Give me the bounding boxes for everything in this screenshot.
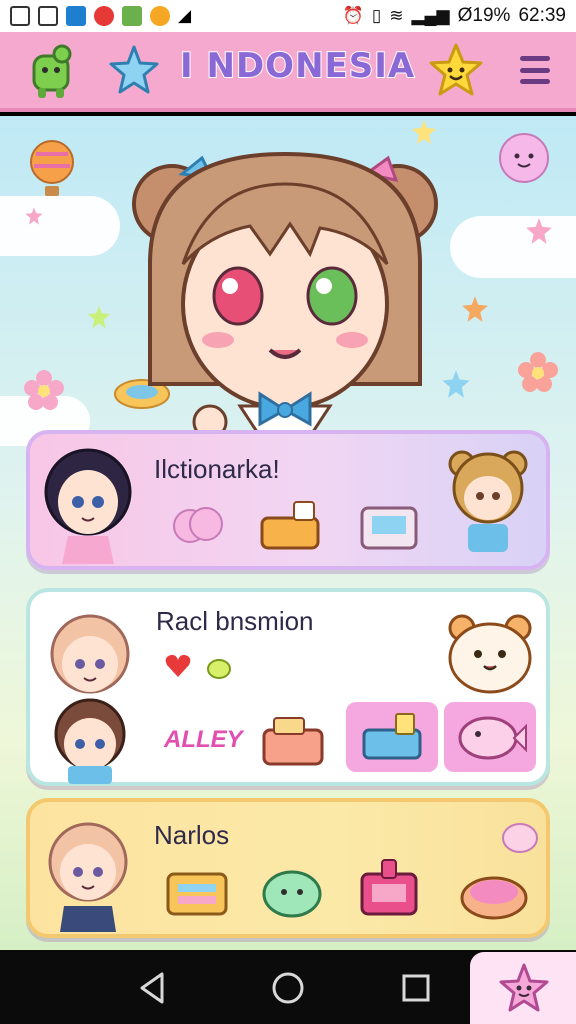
small-star-icon [87, 305, 111, 329]
card-1-title: Ilctionarka! [154, 454, 280, 484]
cloud-decoration [0, 196, 120, 256]
floating-sticker-button[interactable] [470, 952, 576, 1024]
flower-icon [24, 370, 64, 410]
lime-sticker-icon [207, 659, 231, 679]
cloud-creature-icon [499, 133, 549, 183]
small-star-icon [25, 207, 43, 225]
main-content: Ilctionarka! Racl bnsmion ALLEY Narlos [0, 116, 576, 950]
tile-fish-pet[interactable] [444, 702, 536, 772]
feature-card-3[interactable]: Narlos [26, 798, 550, 938]
box-sticker-icon[interactable] [258, 498, 322, 554]
recents-icon[interactable] [396, 968, 436, 1008]
small-star-icon [462, 296, 488, 322]
app-header: I NDONESIA [0, 32, 576, 112]
pigtail-girl-avatar [48, 822, 128, 932]
cloud-decoration [450, 216, 576, 278]
gallery-notification-icon [10, 6, 30, 26]
heart-icon [165, 654, 191, 677]
green-blob-sticker-icon[interactable] [260, 864, 324, 920]
wifi-icon: ≋ [389, 6, 404, 25]
card-3-title: Narlos [154, 820, 230, 850]
dark-haired-girl-avatar [44, 448, 132, 564]
hero-character-illustration [132, 151, 438, 444]
frog-mascot-icon[interactable] [26, 42, 76, 100]
alley-sticker-text: ALLEY [164, 726, 243, 753]
status-bar: ◢ ⏰ ▯ ≋ ▂▄▆ Ø19% 62:39 [0, 0, 576, 32]
notification-icons: ◢ [10, 6, 191, 26]
blonde-girl-avatar [50, 614, 130, 694]
brunette-girl-avatar [54, 698, 126, 784]
hot-air-balloon-icon [30, 140, 74, 196]
feature-card-1[interactable]: Ilctionarka! [26, 430, 550, 570]
hamster-mascot-icon [448, 614, 532, 694]
green-app-notification-icon [122, 6, 142, 26]
smiling-star-icon [429, 43, 483, 96]
vibrate-icon: ▯ [371, 6, 382, 25]
cloud-buddy-icon [502, 823, 538, 853]
hamburger-menu-icon[interactable] [520, 56, 550, 84]
clock-text: 62:39 [518, 5, 566, 26]
back-icon[interactable] [134, 968, 174, 1008]
small-star-icon [526, 218, 552, 244]
donut-cake-sticker-icon[interactable] [458, 866, 530, 922]
card-reader-icon [362, 713, 422, 760]
app-title: I NDONESIA [179, 45, 416, 87]
feature-card-2[interactable]: Racl bnsmion ALLEY [26, 588, 550, 786]
cell-signal-icon: ▂▄▆ [411, 6, 450, 25]
flower-icon [518, 352, 558, 392]
phone-sticker-icon[interactable] [354, 856, 424, 922]
app-notification-icon [66, 6, 86, 26]
alarm-icon: ⏰ [342, 6, 364, 25]
signal-triangle-icon: ◢ [178, 6, 192, 26]
card-2-title: Racl bnsmion [156, 606, 314, 636]
orange-app-notification-icon [150, 6, 170, 26]
home-icon[interactable] [268, 968, 308, 1008]
pink-star-mascot-icon [499, 963, 549, 1012]
record-notification-icon [94, 6, 114, 26]
battery-text: Ø19% [457, 5, 511, 26]
small-star-icon [412, 120, 436, 144]
cash-register-sticker-icon[interactable] [260, 714, 326, 770]
image-notification-icon [38, 6, 58, 26]
star-icon [109, 45, 159, 94]
register-sticker-icon[interactable] [356, 498, 422, 556]
tile-credit-card[interactable] [346, 702, 438, 772]
bear-hat-boy-avatar [448, 450, 528, 552]
cloud-sticker-icon[interactable] [170, 500, 226, 550]
fish-pet-icon [458, 716, 527, 760]
candy-box-sticker-icon[interactable] [164, 864, 230, 920]
